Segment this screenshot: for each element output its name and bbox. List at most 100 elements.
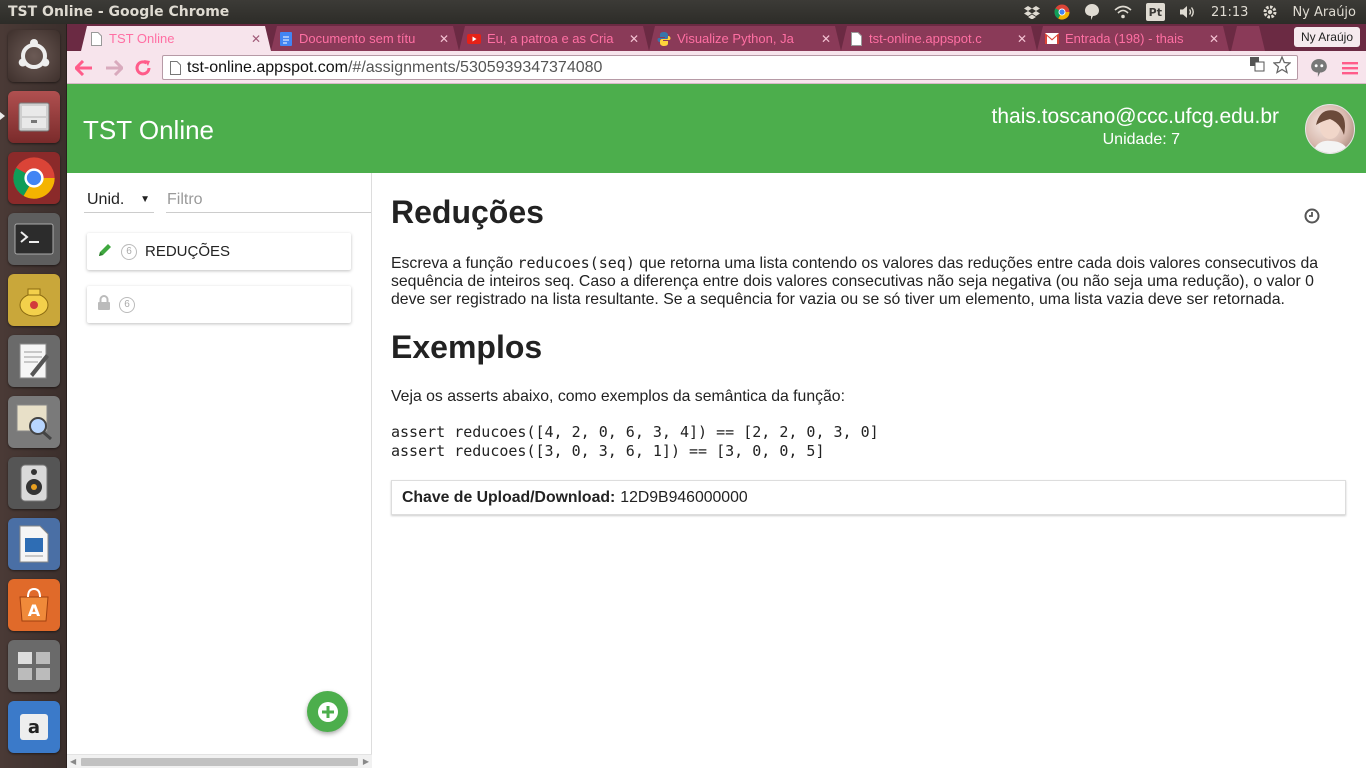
google-docs-icon [279,32,293,46]
software-center-icon[interactable]: A [8,579,60,631]
app-title[interactable]: TST Online [83,115,214,146]
scroll-left-icon[interactable]: ◀ [70,757,76,766]
amazon-icon[interactable]: a [8,701,60,753]
history-clock-icon[interactable] [1304,208,1320,229]
unit-select[interactable]: Unid. ▼ [84,187,154,213]
launcher: A a [0,24,67,768]
close-icon[interactable]: ✕ [627,32,641,46]
workspace-switcher-icon[interactable] [8,640,60,692]
svg-text:A: A [28,601,41,620]
gear-icon[interactable] [1262,3,1278,21]
new-tab-button[interactable] [1231,26,1265,51]
image-viewer-icon[interactable] [8,396,60,448]
address-bar[interactable]: tst-online.appspot.com/#/assignments/530… [162,55,1298,80]
menu-icon[interactable] [1339,57,1361,79]
close-icon[interactable]: ✕ [819,32,833,46]
reload-icon[interactable] [132,57,154,79]
tab-label: Documento sem títu [299,31,416,46]
browser-toolbar: tst-online.appspot.com/#/assignments/530… [67,51,1366,84]
bookmark-star-icon[interactable] [1272,55,1292,79]
examples-intro: Veja os asserts abaixo, como exemplos da… [391,388,845,405]
tab-documento[interactable]: Documento sem títu ✕ [271,26,459,51]
tab-label: Eu, a patroa e as Cria [487,31,614,46]
speaker-app-icon[interactable] [8,457,60,509]
upload-key-box: Chave de Upload/Download: 12D9B946000000 [391,480,1346,515]
tab-gmail[interactable]: Entrada (198) - thais ✕ [1037,26,1229,51]
app-header: TST Online thais.toscano@ccc.ufcg.edu.br… [67,84,1366,173]
attempts-badge: 6 [121,243,137,260]
forward-arrow-icon[interactable] [103,57,125,79]
function-signature: reducoes(seq) [517,254,635,272]
chrome-tray-icon[interactable] [1054,3,1070,21]
assignments-sidebar: Unid. ▼ 6 REDUÇÕES 6 ◀ ▶ [67,173,372,768]
tab-label: Entrada (198) - thais [1065,31,1184,46]
profile-button[interactable]: Ny Araújo [1293,27,1360,47]
tab-python-tutor[interactable]: Visualize Python, Ja ✕ [649,26,841,51]
translate-icon[interactable] [1249,56,1265,79]
hangouts-extension-icon[interactable] [1308,57,1330,79]
tab-tst-appspot[interactable]: tst-online.appspot.c ✕ [841,26,1037,51]
assert-line: assert reducoes([4, 2, 0, 6, 3, 4]) == [… [391,423,879,441]
keyboard-layout-indicator[interactable]: Pt [1145,3,1165,21]
close-icon[interactable]: ✕ [1207,32,1221,46]
system-top-panel: TST Online - Google Chrome Pt 21:13 Ny A… [0,0,1366,24]
user-email[interactable]: thais.toscano@ccc.ufcg.edu.br [992,105,1279,129]
pencil-icon [97,242,113,262]
upload-key-label: Chave de Upload/Download: [402,488,616,506]
tea-kettle-app-icon[interactable] [8,274,60,326]
assignment-content: Reduções Escreva a função reducoes(seq) … [391,173,1351,768]
clock[interactable]: 21:13 [1211,5,1248,20]
assignment-card-locked[interactable]: 6 [87,286,351,323]
horizontal-scrollbar[interactable]: ◀ ▶ [67,754,372,768]
svg-text:a: a [28,717,40,738]
close-icon[interactable]: ✕ [437,32,451,46]
dropbox-icon[interactable] [1023,3,1040,21]
plus-circle-icon [317,701,338,722]
gmail-icon [1045,32,1059,46]
window-title: TST Online - Google Chrome [8,4,230,20]
volume-icon[interactable] [1179,3,1197,21]
asserts-code-block: assert reducoes([4, 2, 0, 6, 3, 4]) == [… [391,423,879,461]
files-icon[interactable] [8,91,60,143]
unit-select-value: Unid. [87,190,125,208]
text-editor-icon[interactable] [8,335,60,387]
add-button[interactable] [307,691,348,732]
document-icon [89,32,103,46]
youtube-icon [467,32,481,46]
tab-label: TST Online [109,31,175,46]
document-icon [849,32,863,46]
assignment-card-reducoes[interactable]: 6 REDUÇÕES [87,233,351,270]
assignment-title: Reduções [391,194,544,230]
assert-line: assert reducoes([3, 0, 3, 6, 1]) == [3, … [391,442,825,460]
close-icon[interactable]: ✕ [1015,32,1029,46]
session-user-name[interactable]: Ny Araújo [1292,5,1356,20]
close-icon[interactable]: ✕ [249,32,263,46]
description-prefix: Escreva a função [391,255,518,272]
chrome-launcher-icon[interactable] [8,152,60,204]
tab-label: Visualize Python, Ja [677,31,794,46]
web-page: TST Online thais.toscano@ccc.ufcg.edu.br… [67,84,1366,768]
page-icon [163,60,187,75]
indicator-area: Pt 21:13 Ny Araújo [1023,3,1366,21]
tab-strip: TST Online ✕ Documento sem títu ✕ Eu, a … [67,24,1366,51]
upload-key-value[interactable]: 12D9B946000000 [620,489,747,507]
attempts-badge: 6 [119,296,135,313]
url-path: /#/assignments/5305939347374080 [347,58,603,76]
tab-tst-online[interactable]: TST Online ✕ [81,26,271,51]
avatar[interactable] [1305,104,1355,154]
assignment-label: REDUÇÕES [145,243,231,260]
back-arrow-icon[interactable] [73,57,95,79]
scrollbar-thumb[interactable] [81,758,358,766]
terminal-icon[interactable] [8,213,60,265]
wifi-icon[interactable] [1114,3,1132,21]
writer-document-icon[interactable] [8,518,60,570]
caret-down-icon: ▼ [140,194,150,205]
examples-heading: Exemplos [391,329,543,365]
scroll-right-icon[interactable]: ▶ [363,757,369,766]
tab-youtube[interactable]: Eu, a patroa e as Cria ✕ [459,26,649,51]
python-icon [657,32,671,46]
assignment-description: Escreva a função reducoes(seq) que retor… [391,254,1346,309]
chat-icon[interactable] [1084,3,1100,21]
ubuntu-dash-icon[interactable] [8,30,60,82]
filter-input[interactable] [166,187,371,213]
